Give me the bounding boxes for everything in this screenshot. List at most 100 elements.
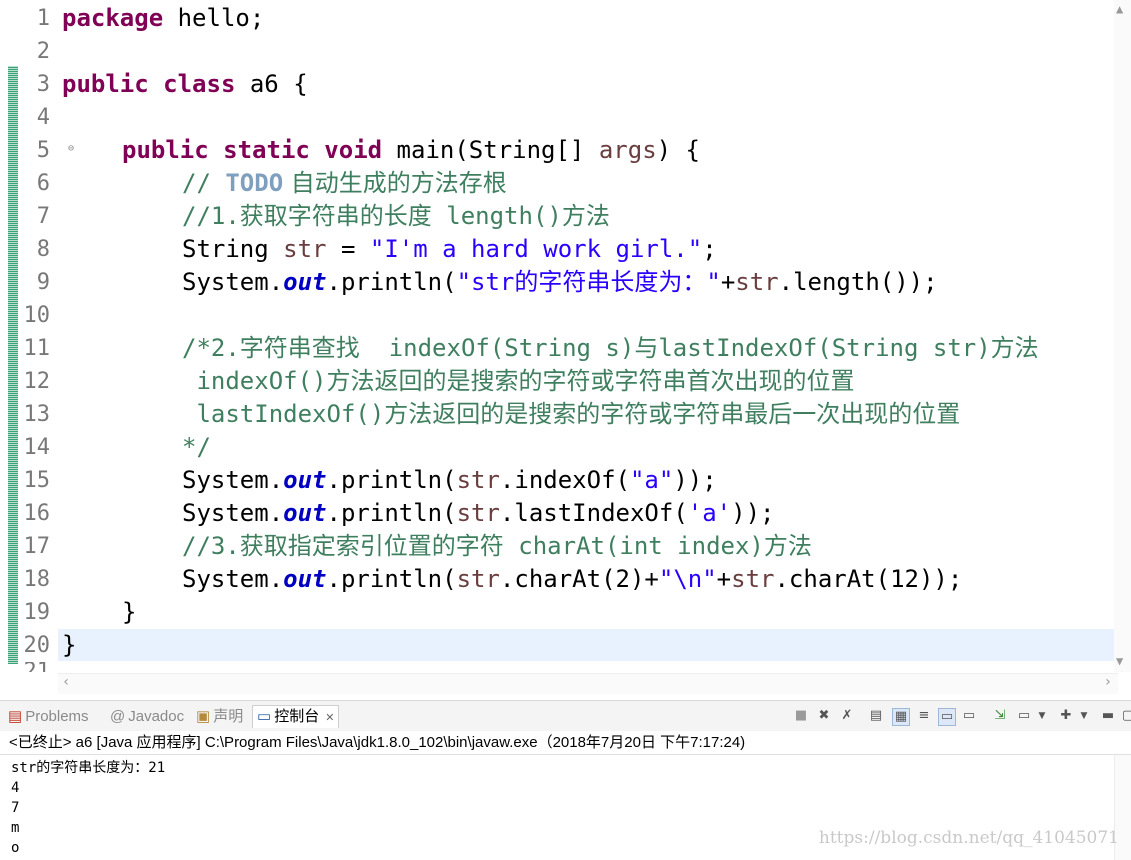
code-line-18: System.out.println(str.charAt(2)+"\n"+st… bbox=[182, 563, 962, 596]
line-number: 5 bbox=[36, 138, 50, 163]
code-text: + bbox=[716, 565, 732, 593]
code-text: .charAt(2)+ bbox=[499, 565, 659, 593]
tab-declaration[interactable]: ▣ 声明 bbox=[196, 706, 243, 728]
line-number: 15 bbox=[23, 468, 51, 493]
code-text: System. bbox=[182, 565, 284, 593]
tab-label: 控制台 bbox=[274, 708, 320, 725]
horizontal-scrollbar[interactable]: ‹ › bbox=[58, 673, 1118, 694]
code-text: System. bbox=[182, 499, 284, 527]
code-line-1: package hello; bbox=[62, 2, 264, 35]
scroll-up-icon[interactable]: ▲ bbox=[1116, 2, 1123, 16]
scroll-down-icon[interactable]: ▼ bbox=[1116, 654, 1123, 668]
scroll-lock-icon[interactable]: ▦ bbox=[892, 708, 910, 726]
variable: str bbox=[735, 268, 779, 296]
line-number: 9 bbox=[36, 270, 50, 295]
code-text: .println( bbox=[326, 499, 457, 527]
remove-all-terminated-icon[interactable]: ✗ bbox=[839, 708, 855, 724]
line-number-ruler: 1 2 3 4 5 6 7 8 9 10 11 12 13 14 15 16 1… bbox=[18, 0, 75, 700]
line-number: 19 bbox=[23, 600, 51, 625]
scroll-left-icon[interactable]: ‹ bbox=[62, 674, 70, 690]
code-editor[interactable]: 1 2 3 4 5 6 7 8 9 10 11 12 13 14 15 16 1… bbox=[0, 0, 1131, 700]
line-number: 1 bbox=[36, 6, 50, 31]
show-on-stderr-icon[interactable]: ▭ bbox=[961, 708, 977, 724]
change-marker bbox=[8, 66, 18, 166]
close-tab-icon[interactable]: ✕ bbox=[325, 712, 334, 724]
code-line-17: //3.获取指定索引位置的字符 charAt(int index)方法 bbox=[182, 532, 812, 560]
code-text: main(String[] bbox=[382, 136, 599, 164]
code-line-5: public static void main(String[] args) { bbox=[122, 134, 700, 167]
clear-console-icon[interactable]: ▤ bbox=[868, 708, 884, 724]
code-area[interactable]: package hello; public class a6 { public … bbox=[62, 0, 1113, 672]
console-output[interactable]: str的字符串长度为：21 4 7 m o bbox=[11, 758, 165, 858]
line-number: 20 bbox=[23, 633, 51, 658]
code-line-16: System.out.println(str.lastIndexOf('a'))… bbox=[182, 497, 774, 530]
code-line-7: //1.获取字符串的长度 length()方法 bbox=[182, 202, 610, 230]
minimize-icon[interactable]: ▬ bbox=[1100, 708, 1116, 724]
code-text: a6 { bbox=[235, 70, 308, 98]
code-line-15: System.out.println(str.indexOf("a")); bbox=[182, 464, 717, 497]
output-line: 4 bbox=[11, 780, 20, 796]
line-number: 8 bbox=[36, 237, 50, 262]
variable: str bbox=[456, 499, 500, 527]
code-line-9: System.out.println("str的字符串长度为："+str.len… bbox=[182, 266, 938, 299]
static-field: out bbox=[283, 466, 327, 494]
variable: str bbox=[456, 565, 500, 593]
code-text: hello; bbox=[163, 4, 265, 32]
tab-problems[interactable]: ▤ Problems bbox=[8, 706, 89, 728]
view-tab-bar: ▤ Problems @ Javadoc ▣ 声明 ▭ 控制台 ✕ ■ ✖ ✗ ▤ ▦ ≡… bbox=[0, 701, 1131, 731]
string-literal: "I'm a hard work girl." bbox=[369, 235, 703, 263]
line-number: 16 bbox=[23, 501, 51, 526]
code-line-11: /*2.字符串查找 indexOf(String s)与lastIndexOf(… bbox=[182, 334, 1039, 362]
output-line: o bbox=[11, 840, 20, 856]
problems-icon: ▤ bbox=[8, 708, 23, 725]
keyword: public static void bbox=[122, 136, 383, 164]
code-text: )); bbox=[731, 499, 775, 527]
tab-console[interactable]: ▭ 控制台 ✕ bbox=[252, 705, 340, 728]
code-text: String bbox=[182, 235, 284, 263]
variable: str bbox=[731, 565, 775, 593]
comment: 自动生成的方法存根 bbox=[283, 169, 507, 197]
static-field: out bbox=[283, 499, 327, 527]
output-line: m bbox=[11, 820, 20, 836]
string-literal: "a" bbox=[629, 466, 674, 494]
tab-label: Javadoc bbox=[128, 708, 185, 725]
at-icon: @ bbox=[110, 708, 126, 725]
line-number: 11 bbox=[23, 336, 51, 361]
watermark: https://blog.csdn.net/qq_41045071 bbox=[818, 828, 1119, 848]
variable: str bbox=[456, 466, 500, 494]
line-number: 3 bbox=[36, 72, 50, 97]
terminate-icon[interactable]: ■ bbox=[793, 708, 809, 724]
keyword: public class bbox=[62, 70, 236, 98]
line-number: 17 bbox=[23, 534, 51, 559]
code-text: .println( bbox=[326, 268, 457, 296]
code-text: + bbox=[720, 268, 736, 296]
comment: // bbox=[182, 169, 226, 197]
code-line-13: lastIndexOf()方法返回的是搜索的字符或字符串最后一次出现的位置 bbox=[182, 400, 961, 428]
code-text: .lastIndexOf( bbox=[499, 499, 688, 527]
vertical-scrollbar[interactable]: ▲ ▼ bbox=[1114, 0, 1131, 672]
line-number: 2 bbox=[36, 39, 50, 64]
line-number: 18 bbox=[23, 567, 51, 592]
static-field: out bbox=[283, 565, 327, 593]
tab-label: Problems bbox=[25, 708, 89, 725]
display-console-icon[interactable]: ▭ bbox=[1016, 708, 1032, 724]
console-icon: ▭ bbox=[257, 708, 272, 725]
output-line: str的字符串长度为：21 bbox=[11, 760, 166, 776]
code-text: ; bbox=[702, 235, 717, 263]
code-text: .println( bbox=[326, 466, 457, 494]
show-on-stdout-icon[interactable]: ▭ bbox=[938, 708, 956, 726]
line-number: 4 bbox=[36, 105, 50, 130]
code-line-19: } bbox=[122, 598, 137, 626]
maximize-icon[interactable]: ▢ bbox=[1120, 708, 1131, 724]
chevron-down-icon[interactable]: ▼ bbox=[1076, 708, 1092, 724]
scroll-right-icon[interactable]: › bbox=[1104, 674, 1112, 690]
chevron-down-icon[interactable]: ▼ bbox=[1034, 708, 1050, 724]
keyword: package bbox=[62, 4, 164, 32]
tab-label: 声明 bbox=[213, 708, 244, 725]
remove-launch-icon[interactable]: ✖ bbox=[816, 708, 832, 724]
static-field: out bbox=[283, 268, 327, 296]
word-wrap-icon[interactable]: ≡ bbox=[916, 708, 932, 724]
pin-console-icon[interactable]: ⇲ bbox=[992, 708, 1008, 724]
open-console-icon[interactable]: ✚ bbox=[1058, 708, 1074, 724]
tab-javadoc[interactable]: @ Javadoc bbox=[110, 706, 184, 728]
